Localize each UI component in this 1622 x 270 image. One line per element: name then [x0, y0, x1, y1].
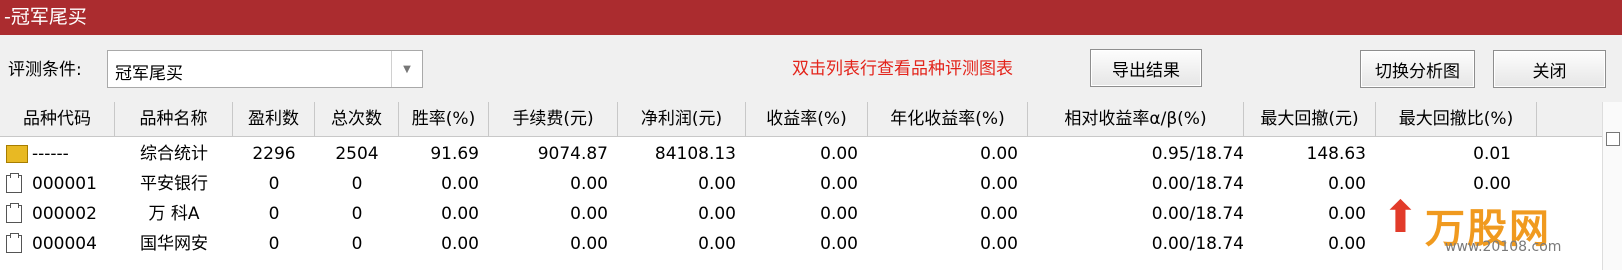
table-row[interactable]: 000002 万 科A 0 0 0.00 0.00 0.00 0.00 0.00… — [0, 199, 1602, 229]
cell-total-count: 0 — [351, 204, 363, 224]
column-header[interactable]: 品种名称 — [115, 102, 233, 136]
cell-max-drawdown: 0.00 — [1328, 174, 1366, 194]
cell-relative-return: 0.00/18.74 — [1151, 204, 1244, 224]
cell-code: 000001 — [32, 174, 97, 194]
close-button[interactable]: 关闭 — [1493, 50, 1606, 88]
cell-annual-return: 0.00 — [980, 174, 1018, 194]
column-header[interactable]: 胜率(%) — [399, 102, 489, 136]
cell-code: 000004 — [32, 234, 97, 254]
watermark-url: www.20108.com — [1445, 239, 1562, 255]
toolbar: 评测条件: 冠军尾买 ▼ 双击列表行查看品种评测图表 导出结果 切换分析图 关闭 — [0, 35, 1622, 101]
cell-return-rate: 0.00 — [820, 174, 858, 194]
condition-select[interactable]: 冠军尾买 ▼ — [107, 50, 423, 88]
hint-text: 双击列表行查看品种评测图表 — [792, 59, 1013, 79]
cell-max-drawdown-ratio: 0.01 — [1473, 144, 1511, 164]
cell-net-profit: 84108.13 — [654, 144, 736, 164]
cell-max-drawdown: 148.63 — [1306, 144, 1366, 164]
cell-return-rate: 0.00 — [820, 204, 858, 224]
cell-total-count: 2504 — [335, 144, 379, 164]
cell-net-profit: 0.00 — [698, 204, 736, 224]
cell-fee: 0.00 — [570, 174, 608, 194]
watermark-logo: ⬆ 万股网 www.20108.com — [1370, 192, 1610, 267]
arrow-up-icon: ⬆ — [1382, 192, 1419, 243]
table-row[interactable]: ------ 综合统计 2296 2504 91.69 9074.87 8410… — [0, 139, 1602, 169]
cell-annual-return: 0.00 — [980, 204, 1018, 224]
cell-annual-return: 0.00 — [980, 234, 1018, 254]
cell-fee: 0.00 — [570, 234, 608, 254]
column-header[interactable]: 收益率(%) — [746, 102, 868, 136]
window-titlebar: -冠军尾买 — [0, 0, 1622, 35]
cell-net-profit: 0.00 — [698, 174, 736, 194]
table-row[interactable]: 000004 国华网安 0 0 0.00 0.00 0.00 0.00 0.00… — [0, 229, 1602, 259]
column-header[interactable]: 相对收益率α/β(%) — [1028, 102, 1244, 136]
condition-label: 评测条件: — [8, 60, 82, 80]
cell-code: 000002 — [32, 204, 97, 224]
chevron-down-icon[interactable]: ▼ — [391, 51, 422, 87]
table-row[interactable]: 000001 平安银行 0 0 0.00 0.00 0.00 0.00 0.00… — [0, 169, 1602, 199]
switch-chart-button[interactable]: 切换分析图 — [1360, 50, 1475, 88]
cell-net-profit: 0.00 — [698, 234, 736, 254]
cell-return-rate: 0.00 — [820, 144, 858, 164]
cell-relative-return: 0.00/18.74 — [1151, 174, 1244, 194]
cell-code: ------ — [32, 144, 69, 164]
cell-max-drawdown: 0.00 — [1328, 234, 1366, 254]
cell-max-drawdown: 0.00 — [1328, 204, 1366, 224]
cell-profit-count: 0 — [268, 174, 280, 194]
cell-name: 万 科A — [148, 204, 200, 224]
scrollbar-box[interactable] — [1606, 132, 1620, 146]
cell-profit-count: 0 — [268, 204, 280, 224]
cell-name: 综合统计 — [140, 144, 208, 164]
window-title: -冠军尾买 — [4, 6, 87, 28]
cell-profit-count: 2296 — [252, 144, 296, 164]
column-header[interactable]: 盈利数 — [233, 102, 315, 136]
column-header[interactable]: 总次数 — [315, 102, 399, 136]
cell-annual-return: 0.00 — [980, 144, 1018, 164]
export-button[interactable]: 导出结果 — [1090, 49, 1202, 87]
cell-win-rate: 0.00 — [441, 204, 479, 224]
results-table: 品种代码 品种名称 盈利数 总次数 胜率(%) 手续费(元) 净利润(元) 收益… — [0, 102, 1602, 270]
table-header: 品种代码 品种名称 盈利数 总次数 胜率(%) 手续费(元) 净利润(元) 收益… — [0, 102, 1602, 137]
cell-return-rate: 0.00 — [820, 234, 858, 254]
column-header[interactable]: 净利润(元) — [618, 102, 746, 136]
cell-total-count: 0 — [351, 174, 363, 194]
column-header[interactable]: 手续费(元) — [489, 102, 618, 136]
cell-relative-return: 0.00/18.74 — [1151, 234, 1244, 254]
cell-win-rate: 0.00 — [441, 174, 479, 194]
column-header[interactable]: 最大回撤(元) — [1244, 102, 1376, 136]
cell-name: 国华网安 — [140, 234, 208, 254]
cell-fee: 0.00 — [570, 204, 608, 224]
column-header[interactable]: 品种代码 — [0, 102, 115, 136]
cell-profit-count: 0 — [268, 234, 280, 254]
cell-win-rate: 91.69 — [430, 144, 479, 164]
cell-name: 平安银行 — [140, 174, 208, 194]
column-header[interactable]: 年化收益率(%) — [868, 102, 1028, 136]
cell-fee: 9074.87 — [537, 144, 608, 164]
cell-relative-return: 0.95/18.74 — [1151, 144, 1244, 164]
cell-win-rate: 0.00 — [441, 234, 479, 254]
cell-total-count: 0 — [351, 234, 363, 254]
column-header[interactable]: 最大回撤比(%) — [1376, 102, 1537, 136]
condition-select-value: 冠军尾买 — [115, 64, 183, 84]
